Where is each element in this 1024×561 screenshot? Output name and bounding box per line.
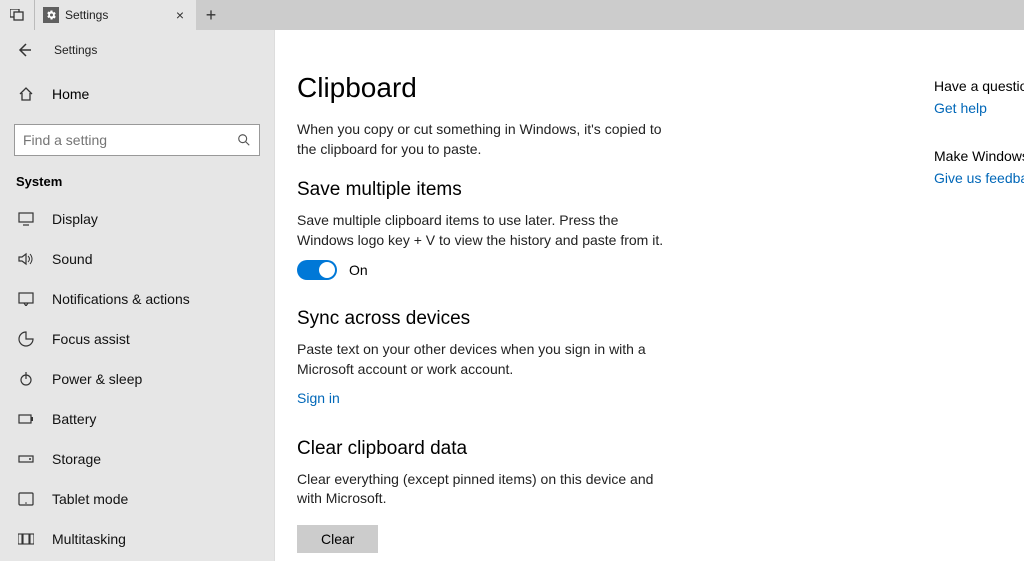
- section-sync-desc: Paste text on your other devices when yo…: [297, 340, 677, 379]
- sidebar-item-notifications[interactable]: Notifications & actions: [0, 279, 274, 319]
- window-tab[interactable]: Settings ×: [34, 0, 196, 30]
- focus-assist-icon: [18, 331, 34, 347]
- sidebar-item-storage[interactable]: Storage: [0, 439, 274, 479]
- section-clear-heading: Clear clipboard data: [297, 438, 1024, 460]
- sidebar-item-label: Storage: [52, 451, 101, 467]
- sidebar-item-focus-assist[interactable]: Focus assist: [0, 319, 274, 359]
- help-column: Have a question? Get help Make Windows b…: [934, 78, 1024, 218]
- page-title: Clipboard: [297, 72, 1024, 104]
- new-tab-button[interactable]: +: [196, 0, 226, 30]
- storage-icon: [18, 453, 34, 465]
- save-multiple-toggle-row: On: [297, 260, 1024, 280]
- section-save-multiple-heading: Save multiple items: [297, 179, 1024, 201]
- section-clear-desc: Clear everything (except pinned items) o…: [297, 470, 677, 509]
- section-save-multiple-desc: Save multiple clipboard items to use lat…: [297, 211, 677, 250]
- help-heading: Have a question?: [934, 78, 1024, 94]
- sidebar-item-label: Focus assist: [52, 331, 130, 347]
- feedback-heading: Make Windows better: [934, 148, 1024, 164]
- clear-button[interactable]: Clear: [297, 525, 378, 553]
- power-icon: [18, 371, 34, 387]
- main-content: Clipboard When you copy or cut something…: [275, 30, 1024, 561]
- sidebar-item-label: Power & sleep: [52, 371, 142, 387]
- search-field[interactable]: [23, 132, 237, 148]
- toggle-state-label: On: [349, 262, 368, 278]
- gear-icon: [43, 7, 59, 23]
- sidebar-item-label: Notifications & actions: [52, 291, 190, 307]
- section-sync-heading: Sync across devices: [297, 308, 1024, 330]
- sound-icon: [18, 252, 34, 266]
- back-icon[interactable]: [16, 42, 32, 58]
- search-input[interactable]: [14, 124, 260, 156]
- battery-icon: [18, 413, 34, 425]
- sidebar-item-multitasking[interactable]: Multitasking: [0, 519, 274, 559]
- page-intro: When you copy or cut something in Window…: [297, 120, 667, 159]
- sidebar-item-sound[interactable]: Sound: [0, 239, 274, 279]
- sidebar-header: Settings: [0, 30, 274, 70]
- search-icon: [237, 133, 251, 147]
- close-icon[interactable]: ×: [172, 7, 188, 23]
- sign-in-link[interactable]: Sign in: [297, 390, 340, 406]
- sidebar-item-display[interactable]: Display: [0, 199, 274, 239]
- sidebar-item-home[interactable]: Home: [0, 74, 274, 114]
- save-multiple-toggle[interactable]: [297, 260, 337, 280]
- app-title: Settings: [54, 43, 97, 57]
- sidebar: Settings Home System Display Sound Notif…: [0, 30, 275, 561]
- sidebar-item-tablet-mode[interactable]: Tablet mode: [0, 479, 274, 519]
- title-bar: Settings × +: [0, 0, 1024, 30]
- sidebar-item-power-sleep[interactable]: Power & sleep: [0, 359, 274, 399]
- sidebar-item-label: Battery: [52, 411, 96, 427]
- sidebar-section-label: System: [0, 168, 274, 199]
- sidebar-item-label: Home: [52, 86, 89, 102]
- sidebar-item-label: Tablet mode: [52, 491, 128, 507]
- home-icon: [18, 86, 34, 102]
- sidebar-item-label: Multitasking: [52, 531, 126, 547]
- sidebar-item-battery[interactable]: Battery: [0, 399, 274, 439]
- task-view-icon[interactable]: [0, 0, 34, 30]
- multitasking-icon: [18, 532, 34, 546]
- sidebar-item-label: Sound: [52, 251, 92, 267]
- notifications-icon: [18, 292, 34, 306]
- sidebar-item-label: Display: [52, 211, 98, 227]
- display-icon: [18, 212, 34, 226]
- feedback-link[interactable]: Give us feedback: [934, 170, 1024, 186]
- tab-title: Settings: [65, 8, 166, 22]
- tablet-icon: [18, 492, 34, 506]
- get-help-link[interactable]: Get help: [934, 100, 1024, 116]
